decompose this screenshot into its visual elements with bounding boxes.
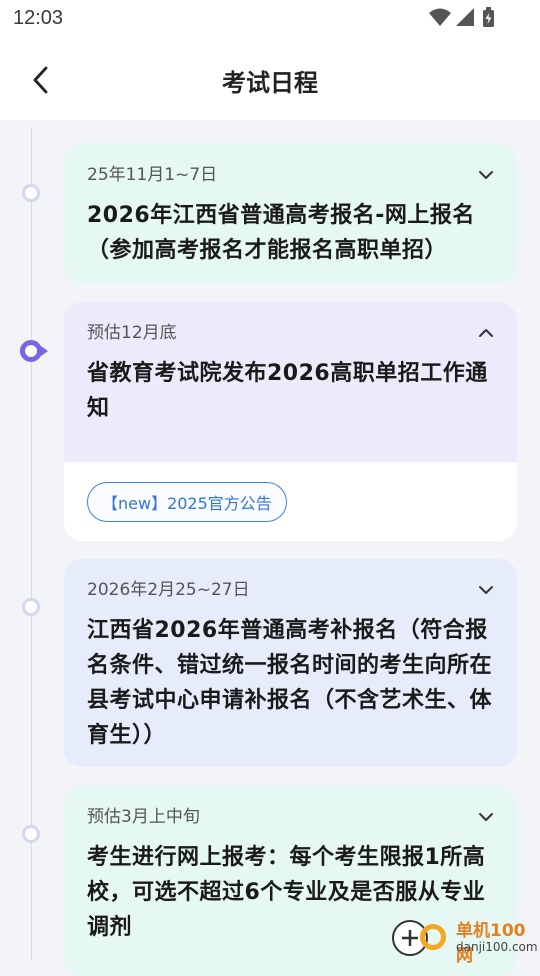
event-title: 2026年江西省普通高考报名-网上报名（参加高考报名才能报名高职单招）: [87, 203, 475, 263]
event-title: 省教育考试院发布2026高职单招工作通知: [87, 361, 488, 421]
timeline-node-active: [20, 340, 48, 362]
announcement-link-button[interactable]: 【new】2025官方公告: [87, 482, 287, 522]
event-date: 2026年2月25~27日: [87, 580, 250, 600]
event-card-footer: 【new】2025官方公告: [64, 462, 517, 541]
status-icons: [429, 7, 494, 27]
event-date: 预估12月底: [87, 323, 177, 343]
event-card[interactable]: 25年11月1~7日 2026年江西省普通高考报名-网上报名（参加高考报名才能报…: [64, 144, 517, 284]
status-time: 12:03: [13, 7, 64, 29]
watermark-logo: 单机100网 danji100.com: [392, 914, 540, 966]
page-title: 考试日程: [222, 69, 318, 97]
event-card-expanded[interactable]: 预估12月底 省教育考试院发布2026高职单招工作通知 【new】2025官方公…: [64, 302, 517, 541]
wifi-icon: [429, 8, 451, 26]
watermark-domain: danji100.com: [456, 940, 538, 954]
timeline-node: [22, 598, 40, 616]
timeline-node: [22, 825, 40, 843]
event-title: 江西省2026年普通高考补报名（符合报名条件、错过统一报名时间的考生向所在县考试…: [87, 618, 493, 748]
chevron-down-icon[interactable]: [477, 808, 495, 826]
battery-icon: [483, 7, 494, 27]
chevron-up-icon[interactable]: [477, 324, 495, 342]
event-card[interactable]: 2026年2月25~27日 江西省2026年普通高考补报名（符合报名条件、错过统…: [64, 559, 517, 767]
signal-icon: [456, 8, 474, 26]
event-date: 25年11月1~7日: [87, 165, 218, 185]
ring-icon: [420, 924, 446, 950]
timeline-node: [22, 184, 40, 202]
chevron-down-icon[interactable]: [477, 166, 495, 184]
event-date: 预估3月上中旬: [87, 807, 200, 827]
top-nav-bar: 考试日程: [0, 38, 540, 120]
chevron-down-icon[interactable]: [477, 581, 495, 599]
status-bar: 12:03: [0, 0, 540, 38]
